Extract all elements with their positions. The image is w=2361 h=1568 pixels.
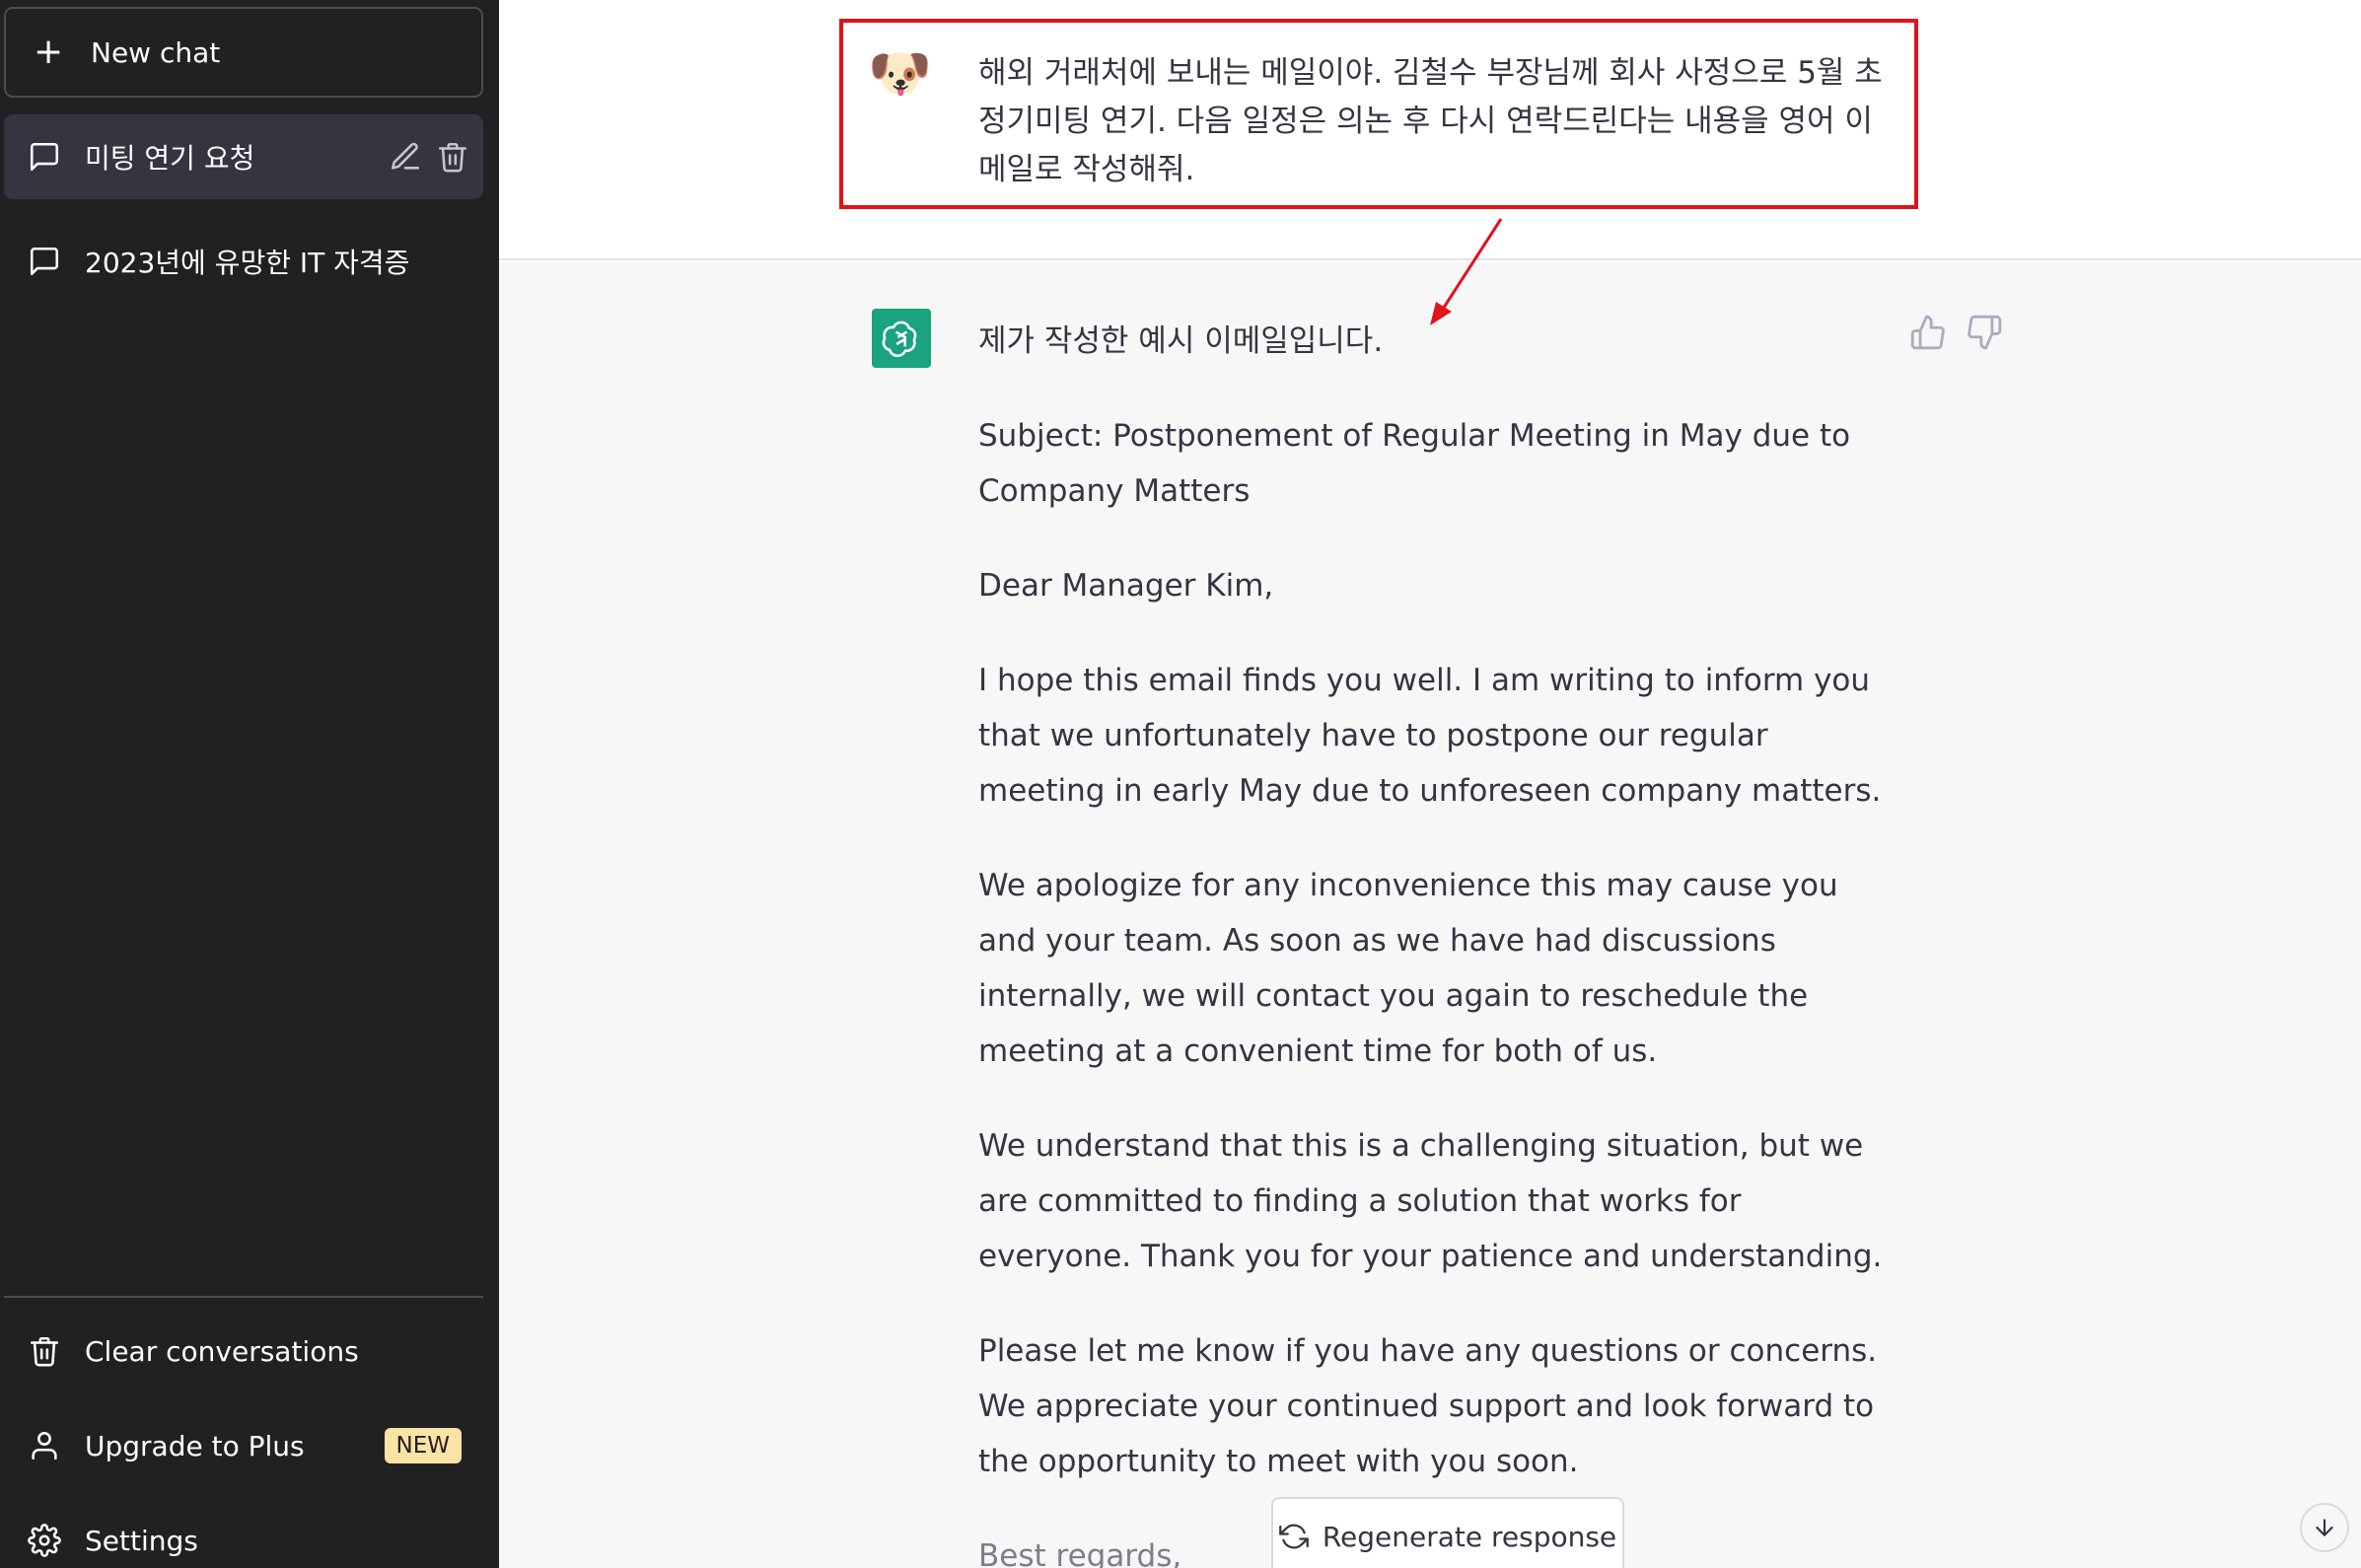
sidebar-divider: [4, 1296, 483, 1298]
settings-label: Settings: [85, 1524, 198, 1557]
user-message: 해외 거래처에 보내는 메일이야. 김철수 부장님께 회사 사정으로 5월 초 …: [978, 55, 1883, 187]
regenerate-label: Regenerate response: [1322, 1520, 1617, 1553]
openai-logo-icon: [872, 309, 931, 368]
clear-conversations-label: Clear conversations: [85, 1334, 359, 1368]
chat-bubble-icon: [30, 142, 59, 172]
email-paragraph: We apologize for any inconvenience this …: [978, 868, 1838, 1069]
pencil-icon[interactable]: [389, 140, 422, 174]
conversation-item-active[interactable]: 미팅 연기 요청: [4, 114, 483, 199]
arrow-down-icon: [2316, 1519, 2333, 1536]
scroll-to-bottom-button[interactable]: [2300, 1503, 2349, 1552]
assistant-intro: 제가 작성한 예시 이메일입니다.: [978, 323, 1384, 359]
clear-conversations-button[interactable]: Clear conversations: [4, 1312, 483, 1390]
upgrade-label: Upgrade to Plus: [85, 1429, 305, 1462]
thumbs-down-icon[interactable]: [1966, 314, 2003, 351]
chat-bubble-icon: [30, 247, 59, 276]
email-greeting: Dear Manager Kim,: [978, 568, 1274, 604]
regenerate-response-button[interactable]: Regenerate response: [1271, 1497, 1624, 1568]
refresh-icon: [1278, 1524, 1309, 1549]
email-paragraph: We understand that this is a challenging…: [978, 1128, 1883, 1274]
conversation-title: 2023년에 유망한 IT 자격증: [85, 247, 410, 279]
sidebar: + New chat 미팅 연기 요청 2023년에 유망한 IT 자격증 Cl…: [0, 0, 499, 1568]
conversation-item[interactable]: 2023년에 유망한 IT 자격증: [4, 219, 483, 304]
upgrade-to-plus-button[interactable]: Upgrade to Plus NEW: [4, 1406, 483, 1485]
assistant-message-row: 제가 작성한 예시 이메일입니다. Subject: Postponement …: [499, 262, 2361, 1568]
settings-button[interactable]: Settings: [4, 1501, 483, 1568]
new-chat-label: New chat: [91, 36, 221, 69]
assistant-message: 제가 작성한 예시 이메일입니다. Subject: Postponement …: [978, 314, 1896, 1568]
user-message-row: 🐶 해외 거래처에 보내는 메일이야. 김철수 부장님께 회사 사정으로 5월 …: [499, 0, 2361, 260]
plus-icon: +: [34, 32, 64, 72]
new-chat-button[interactable]: + New chat: [4, 7, 483, 98]
user-avatar: 🐶: [868, 44, 932, 104]
conversation-title: 미팅 연기 요청: [85, 142, 255, 175]
chat-main: 🐶 해외 거래처에 보내는 메일이야. 김철수 부장님께 회사 사정으로 5월 …: [499, 0, 2361, 1568]
trash-icon: [30, 1336, 59, 1367]
email-paragraph: I hope this email finds you well. I am w…: [978, 663, 1882, 809]
email-paragraph: Please let me know if you have any quest…: [978, 1333, 1878, 1479]
email-subject: Subject: Postponement of Regular Meeting…: [978, 418, 1851, 509]
trash-icon[interactable]: [436, 140, 469, 174]
user-icon: [32, 1431, 57, 1461]
gear-icon: [28, 1524, 61, 1557]
thumbs-up-icon[interactable]: [1909, 314, 1947, 351]
new-badge: NEW: [384, 1428, 462, 1463]
